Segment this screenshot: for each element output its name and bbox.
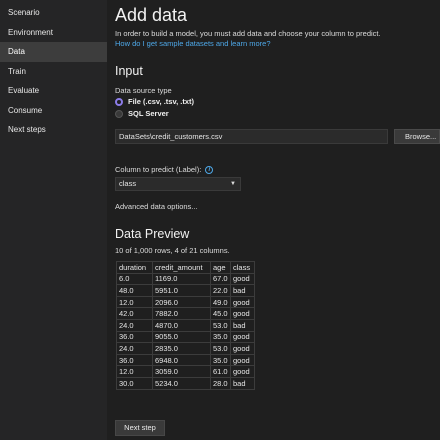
chevron-down-icon: ▼ — [230, 181, 236, 187]
table-cell: 49.0 — [210, 295, 231, 309]
sidebar-item-evaluate[interactable]: Evaluate — [0, 81, 107, 101]
table-cell: 5951.0 — [152, 284, 211, 297]
table-cell: 2835.0 — [152, 342, 211, 355]
table-cell: 6.0 — [116, 272, 153, 286]
sidebar-item-train[interactable]: Train — [0, 62, 107, 82]
table-cell: 2096.0 — [152, 295, 211, 309]
table-cell: 12.0 — [116, 295, 153, 309]
table-row: 36.0 6948.0 35.0 good — [116, 353, 255, 367]
radio-file-label: File (.csv, .tsv, .txt) — [128, 97, 194, 106]
radio-sql-server[interactable]: SQL Server — [115, 109, 169, 118]
table-cell: 9055.0 — [152, 330, 211, 344]
table-cell: 45.0 — [210, 307, 231, 320]
table-header-row: duration credit_amount age class — [116, 261, 255, 274]
table-cell: bad — [230, 284, 255, 297]
main-content: Add data In order to build a model, you … — [115, 0, 440, 440]
table-cell: good — [230, 295, 255, 309]
info-icon[interactable]: i — [205, 166, 214, 175]
table-cell: bad — [230, 376, 255, 390]
sidebar-item-scenario[interactable]: Scenario — [0, 3, 107, 23]
radio-selected-icon[interactable] — [115, 97, 123, 106]
table-cell: 5234.0 — [152, 376, 211, 390]
data-source-label: Data source type — [115, 86, 172, 95]
table-cell: good — [230, 272, 255, 286]
sidebar-item-next-steps[interactable]: Next steps — [0, 120, 107, 140]
table-cell: 12.0 — [116, 365, 153, 378]
table-cell: 36.0 — [116, 353, 153, 367]
column-label-row: Column to predict (Label): i — [115, 165, 214, 175]
table-cell: 35.0 — [210, 330, 231, 344]
sidebar-nav: Scenario Environment Data Train Evaluate… — [0, 0, 107, 440]
table-cell: good — [230, 342, 255, 355]
table-cell: good — [230, 353, 255, 367]
column-header: credit_amount — [152, 261, 211, 274]
table-cell: 53.0 — [210, 318, 231, 332]
page-title: Add data — [115, 5, 188, 25]
table-cell: 24.0 — [116, 318, 153, 332]
help-link[interactable]: How do I get sample datasets and learn m… — [115, 39, 271, 48]
table-cell: 42.0 — [116, 307, 153, 320]
table-row: 24.0 2835.0 53.0 good — [116, 342, 255, 355]
column-header: class — [230, 261, 255, 274]
table-row: 42.0 7882.0 45.0 good — [116, 307, 255, 320]
label-column-dropdown[interactable]: class ▼ — [115, 177, 241, 191]
table-row: 36.0 9055.0 35.0 good — [116, 330, 255, 344]
advanced-options-link[interactable]: Advanced data options... — [115, 202, 198, 211]
table-cell: 3059.0 — [152, 365, 211, 378]
table-cell: good — [230, 330, 255, 344]
table-row: 24.0 4870.0 53.0 bad — [116, 318, 255, 332]
table-cell: 4870.0 — [152, 318, 211, 332]
table-cell: good — [230, 365, 255, 378]
input-heading: Input — [115, 64, 143, 78]
table-cell: 7882.0 — [152, 307, 211, 320]
dropdown-value: class — [119, 179, 137, 188]
browse-button[interactable]: Browse... — [394, 129, 440, 144]
radio-unselected-icon[interactable] — [115, 109, 123, 118]
table-body: 6.0 1169.0 67.0 good 48.0 5951.0 22.0 bad 12.0 20… — [116, 272, 255, 390]
column-label: Column to predict (Label): — [115, 165, 202, 174]
table-row: 48.0 5951.0 22.0 bad — [116, 284, 255, 297]
table-cell: 6948.0 — [152, 353, 211, 367]
table-cell: 1169.0 — [152, 272, 211, 286]
column-header: age — [210, 261, 231, 274]
table-row: 12.0 2096.0 49.0 good — [116, 295, 255, 309]
sidebar-item-consume[interactable]: Consume — [0, 101, 107, 121]
radio-file[interactable]: File (.csv, .tsv, .txt) — [115, 97, 194, 106]
table-cell: 48.0 — [116, 284, 153, 297]
sidebar-item-data[interactable]: Data — [0, 42, 107, 62]
next-step-button[interactable]: Next step — [115, 420, 165, 436]
table-cell: 53.0 — [210, 342, 231, 355]
table-cell: 24.0 — [116, 342, 153, 355]
data-preview-table: duration credit_amount age class 6.0 1169… — [116, 261, 255, 390]
column-header: duration — [116, 261, 153, 274]
table-cell: 28.0 — [210, 376, 231, 390]
table-cell: 36.0 — [116, 330, 153, 344]
radio-sql-label: SQL Server — [128, 109, 169, 118]
table-cell: 22.0 — [210, 284, 231, 297]
sidebar-item-environment[interactable]: Environment — [0, 23, 107, 43]
file-path-input[interactable] — [115, 129, 388, 144]
page-description: In order to build a model, you must add … — [115, 29, 381, 38]
table-row: 12.0 3059.0 61.0 good — [116, 365, 255, 378]
table-cell: bad — [230, 318, 255, 332]
table-row: 30.0 5234.0 28.0 bad — [116, 376, 255, 390]
table-cell: 35.0 — [210, 353, 231, 367]
preview-heading: Data Preview — [115, 227, 190, 241]
table-cell: good — [230, 307, 255, 320]
table-row: 6.0 1169.0 67.0 good — [116, 272, 255, 286]
preview-summary: 10 of 1,000 rows, 4 of 21 columns. — [115, 246, 230, 255]
table-cell: 67.0 — [210, 272, 231, 286]
table-cell: 61.0 — [210, 365, 231, 378]
table-cell: 30.0 — [116, 376, 153, 390]
